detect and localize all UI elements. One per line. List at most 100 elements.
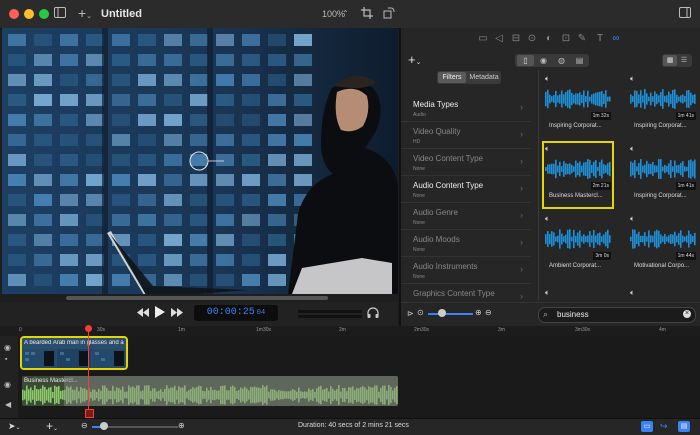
minimize-window-button[interactable]	[24, 9, 34, 19]
audio-skimming-icon[interactable]: ▤	[678, 421, 690, 432]
audio-meter	[298, 315, 362, 318]
search-input[interactable]: business	[557, 310, 589, 319]
video-preview[interactable]	[2, 28, 398, 294]
filter-audio-instruments[interactable]: Audio Instruments None ›	[401, 256, 531, 284]
library-icon[interactable]: ▤	[571, 55, 588, 66]
audio-tile[interactable]: 🔈︎ 1m 44s Motivational Corpo...	[630, 214, 696, 276]
search-field[interactable]: ⌕ business ×	[538, 307, 696, 323]
filter-audio-content-type[interactable]: Audio Content Type None ›	[401, 175, 531, 203]
audio-tile[interactable]: 🔈︎ 1m 32s Inspiring Corporat...	[545, 74, 611, 136]
media-grid: 🔈︎ 1m 32s Inspiring Corporat... 🔈︎ 1m 41s In…	[540, 70, 700, 300]
viewer-scrubber[interactable]	[66, 296, 328, 300]
filter-audio-moods[interactable]: Audio Moods None ›	[401, 229, 531, 257]
headphones-icon[interactable]	[367, 307, 379, 321]
rewind-icon[interactable]	[137, 308, 149, 319]
chevron-right-icon: ›	[520, 129, 523, 139]
camera-icon[interactable]: ◉	[535, 55, 552, 66]
duration-badge: 1m 41s	[675, 182, 696, 190]
playhead-knob[interactable]	[85, 325, 92, 332]
media-icon[interactable]: ▭	[477, 33, 489, 44]
timeline-zoom-knob[interactable]	[100, 422, 108, 430]
title-text-icon[interactable]: T	[594, 33, 606, 44]
filter-audio-genre[interactable]: Audio Genre None ›	[401, 202, 531, 230]
audio-tile[interactable]: 🔈︎ 1m 41s Inspiring Corporat...	[630, 144, 696, 206]
add-media-button[interactable]: +⌄	[74, 6, 96, 24]
filter-value: None	[413, 247, 425, 253]
eye-icon[interactable]: ◉	[4, 380, 11, 389]
close-window-button[interactable]	[9, 9, 19, 19]
slider-knob[interactable]	[438, 309, 446, 317]
preview-play-icon[interactable]: ⊳	[407, 309, 414, 318]
ripple-icon[interactable]: ↪	[660, 421, 668, 432]
play-icon[interactable]	[155, 306, 165, 320]
audio-clip[interactable]: Business Mastercl...	[22, 376, 398, 406]
chevron-right-icon: ›	[520, 183, 523, 193]
audio-icon[interactable]: ◁	[493, 33, 505, 44]
arrow-tool-icon[interactable]: ➤⌄	[8, 421, 21, 432]
sidebar-icon[interactable]	[53, 7, 67, 21]
zoom-window-button[interactable]	[39, 9, 49, 19]
audio-tile[interactable]: 🔈︎ 3m 0s Ambient Corporat...	[545, 214, 611, 276]
add-button[interactable]: +⌄	[408, 52, 421, 67]
playhead[interactable]	[88, 325, 89, 413]
clear-icon[interactable]: ×	[683, 310, 691, 318]
lock-icon[interactable]: ▪	[5, 356, 7, 363]
title-bar: +⌄ Untitled 100% ⌃	[0, 0, 700, 29]
speaker-icon: 🔈︎	[630, 288, 635, 297]
speaker-icon: 🔈︎	[545, 74, 550, 83]
transition-icon[interactable]: ⊡	[560, 33, 572, 44]
speaker-icon[interactable]: ◀	[5, 400, 11, 409]
audio-tile-selected[interactable]: 🔈︎ 2m 21s Business Mastercl...	[542, 141, 614, 209]
grid-view-icon[interactable]: ▦	[663, 55, 677, 66]
tab-metadata[interactable]: Metadata	[467, 72, 501, 83]
inspector-toggle-icon[interactable]	[679, 7, 691, 20]
add-track-button[interactable]: +⌄	[46, 419, 58, 433]
rotate-icon[interactable]	[383, 7, 395, 21]
filter-icon[interactable]: ⊙	[526, 33, 538, 44]
tile-name: Business Mastercl...	[549, 193, 603, 199]
zoom-in-icon[interactable]: ⊕	[178, 421, 185, 430]
source-segmented-control: ▯ ◉ ◍ ▤	[515, 54, 589, 67]
chevron-right-icon: ›	[520, 291, 523, 301]
tile-name: Inspiring Corporat...	[549, 123, 602, 129]
eye-icon[interactable]: ◉	[4, 343, 11, 352]
waveform	[545, 159, 611, 179]
link-icon[interactable]: ∞	[610, 33, 622, 44]
globe-icon[interactable]: ◍	[553, 55, 570, 66]
duration-badge: 3m 0s	[593, 252, 611, 260]
timeline-ruler[interactable]: 0 30s 1m 1m30s 2m 2m30s 3m 3m30s 4m	[0, 326, 700, 336]
list-view-icon[interactable]: ☰	[677, 55, 691, 66]
video-clip[interactable]: A bearded Arab man in glasses and a sh	[20, 336, 128, 370]
audio-tile[interactable]: 🔈︎ 1m 41s Inspiring Corporat...	[630, 74, 696, 136]
document-icon[interactable]: ▯	[517, 55, 534, 66]
more-options-icon[interactable]: ⊖	[485, 308, 492, 317]
clip-thumbnails	[22, 349, 126, 368]
speaker-icon: 🔈︎	[545, 214, 550, 223]
effects-icon[interactable]: ◐	[543, 33, 555, 44]
pencil-icon[interactable]: ✎	[576, 33, 588, 44]
tab-filters[interactable]: Filters	[438, 72, 466, 83]
fast-forward-icon[interactable]	[171, 308, 183, 319]
waveform	[630, 159, 696, 179]
zoom-out-icon[interactable]: ⊙	[417, 308, 424, 317]
zoom-stepper-icon[interactable]: ⌃	[342, 7, 349, 21]
waveform	[545, 229, 611, 249]
playhead-bottom-handle[interactable]	[85, 409, 94, 418]
speaker-icon: 🔈︎	[630, 74, 635, 83]
speaker-icon: 🔈︎	[545, 288, 550, 297]
chevron-right-icon: ›	[520, 102, 523, 112]
crop-icon[interactable]	[361, 7, 373, 21]
thumbnail-size-slider[interactable]	[428, 313, 473, 315]
zoom-in-icon[interactable]: ⊕	[475, 308, 482, 317]
text-icon[interactable]: ⊟	[510, 33, 522, 44]
waveform	[630, 229, 696, 249]
filter-media-types[interactable]: Media Types Audio ›	[401, 94, 531, 122]
filter-video-content-type[interactable]: Video Content Type None ›	[401, 148, 531, 176]
zoom-out-icon[interactable]: ⊖	[81, 421, 88, 430]
speaker-icon: 🔈︎	[630, 214, 635, 223]
chevron-right-icon: ›	[520, 237, 523, 247]
snap-icon[interactable]: ▭	[641, 421, 653, 432]
filter-video-quality[interactable]: Video Quality HD ›	[401, 121, 531, 149]
audio-meter	[298, 310, 362, 313]
filter-title: Audio Genre	[413, 208, 458, 217]
